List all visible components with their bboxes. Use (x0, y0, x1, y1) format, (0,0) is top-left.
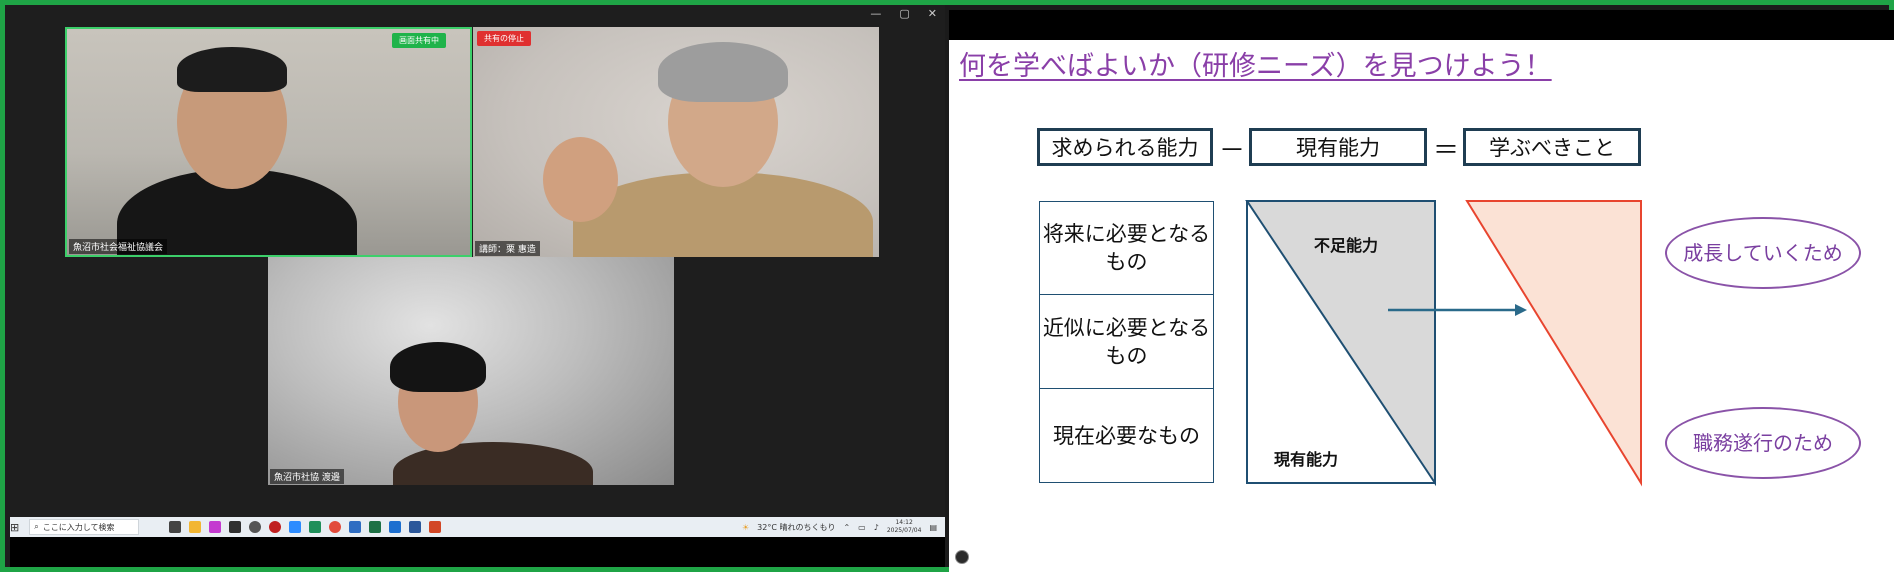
participant-name: 魚沼市社協 渡邉 (270, 469, 344, 484)
screen-sharing-badge: 画面共有中 (392, 33, 446, 48)
learning-triangle (1465, 200, 1642, 487)
tray-arrow-icon[interactable]: ⌃ (843, 523, 850, 532)
video-tile-1[interactable]: 画面共有中 魚沼市社会福祉協議会 (65, 27, 472, 257)
start-icon[interactable]: ⊞ (10, 521, 19, 534)
clock-time: 14:12 (895, 519, 913, 526)
maximize-icon[interactable]: ▢ (899, 7, 909, 20)
weather-icon: ☀ (741, 522, 750, 532)
weather-text[interactable]: 32°C 晴れのちくもり (757, 522, 835, 533)
network-icon[interactable]: ▭ (858, 523, 866, 532)
clock[interactable]: 14:12 2025/07/04 (887, 519, 922, 535)
participant-hair (658, 42, 788, 102)
windows-taskbar: ⊞ ⌕ ここに入力して検索 ☀ 32°C 晴れのちくもり ⌃ ▭ ♪ 14:12… (10, 517, 945, 537)
terminal-icon[interactable] (229, 521, 242, 533)
system-tray: ☀ 32°C 晴れのちくもり ⌃ ▭ ♪ 14:12 2025/07/04 ▤ (742, 519, 945, 535)
window-controls: — ▢ ✕ (870, 7, 937, 20)
store-icon[interactable] (349, 521, 362, 533)
arrow-head (1515, 304, 1527, 316)
current-ability-label: 現有能力 (1274, 450, 1339, 469)
taskbar-search[interactable]: ⌕ ここに入力して検索 (29, 519, 140, 535)
search-placeholder: ここに入力して検索 (42, 522, 115, 532)
participant-name: 魚沼市社会福祉協議会 (69, 239, 168, 254)
obs-icon[interactable] (249, 521, 262, 533)
search-icon: ⌕ (34, 522, 39, 531)
participant-hand (543, 137, 618, 222)
edge-icon[interactable] (309, 521, 322, 533)
participant-name: 講師：栗 惠造 (475, 241, 540, 256)
clock-date: 2025/07/04 (886, 527, 922, 534)
shared-slide: 何を学べばよいか（研修ニーズ）を見つけよう！ 求められる能力 － 現有能力 ＝ … (949, 10, 1894, 572)
participant-hair (390, 342, 486, 392)
meeting-toolbar-strip (10, 537, 945, 567)
video-tile-3[interactable]: 魚沼市社協 渡邉 (268, 257, 674, 485)
volume-icon[interactable]: ♪ (874, 523, 879, 532)
close-icon[interactable]: ✕ (928, 7, 937, 20)
notification-icon[interactable]: ▤ (929, 523, 937, 532)
slide-diagram (1245, 200, 1642, 487)
window-frame: — ▢ ✕ 画面共有中 魚沼市社会福祉協議会 共有の停止 講師：栗 惠造 魚沼市… (0, 0, 1894, 572)
record-icon[interactable] (269, 521, 282, 533)
powerpoint-icon[interactable] (429, 521, 442, 533)
minimize-icon[interactable]: — (870, 7, 881, 20)
presenter-indicator-icon[interactable] (955, 550, 969, 564)
taskbar-apps (169, 521, 442, 533)
participant-hair (177, 47, 287, 92)
copilot-icon[interactable] (209, 521, 222, 533)
excel-icon[interactable] (369, 521, 382, 533)
oval-duty: 職務遂行のため (1665, 407, 1861, 479)
zoom-icon[interactable] (289, 521, 302, 533)
word-icon[interactable] (409, 521, 422, 533)
task-view-icon[interactable] (169, 521, 182, 533)
video-conference-area: — ▢ ✕ 画面共有中 魚沼市社会福祉協議会 共有の停止 講師：栗 惠造 魚沼市… (5, 5, 945, 567)
stop-sharing-badge[interactable]: 共有の停止 (477, 31, 531, 46)
shortfall-label: 不足能力 (1314, 236, 1379, 255)
file-explorer-icon[interactable] (189, 521, 202, 533)
outlook-icon[interactable] (389, 521, 402, 533)
oval-growth: 成長していくため (1665, 217, 1861, 289)
video-tile-2[interactable]: 共有の停止 講師：栗 惠造 (473, 27, 879, 257)
chrome-icon[interactable] (329, 521, 342, 533)
